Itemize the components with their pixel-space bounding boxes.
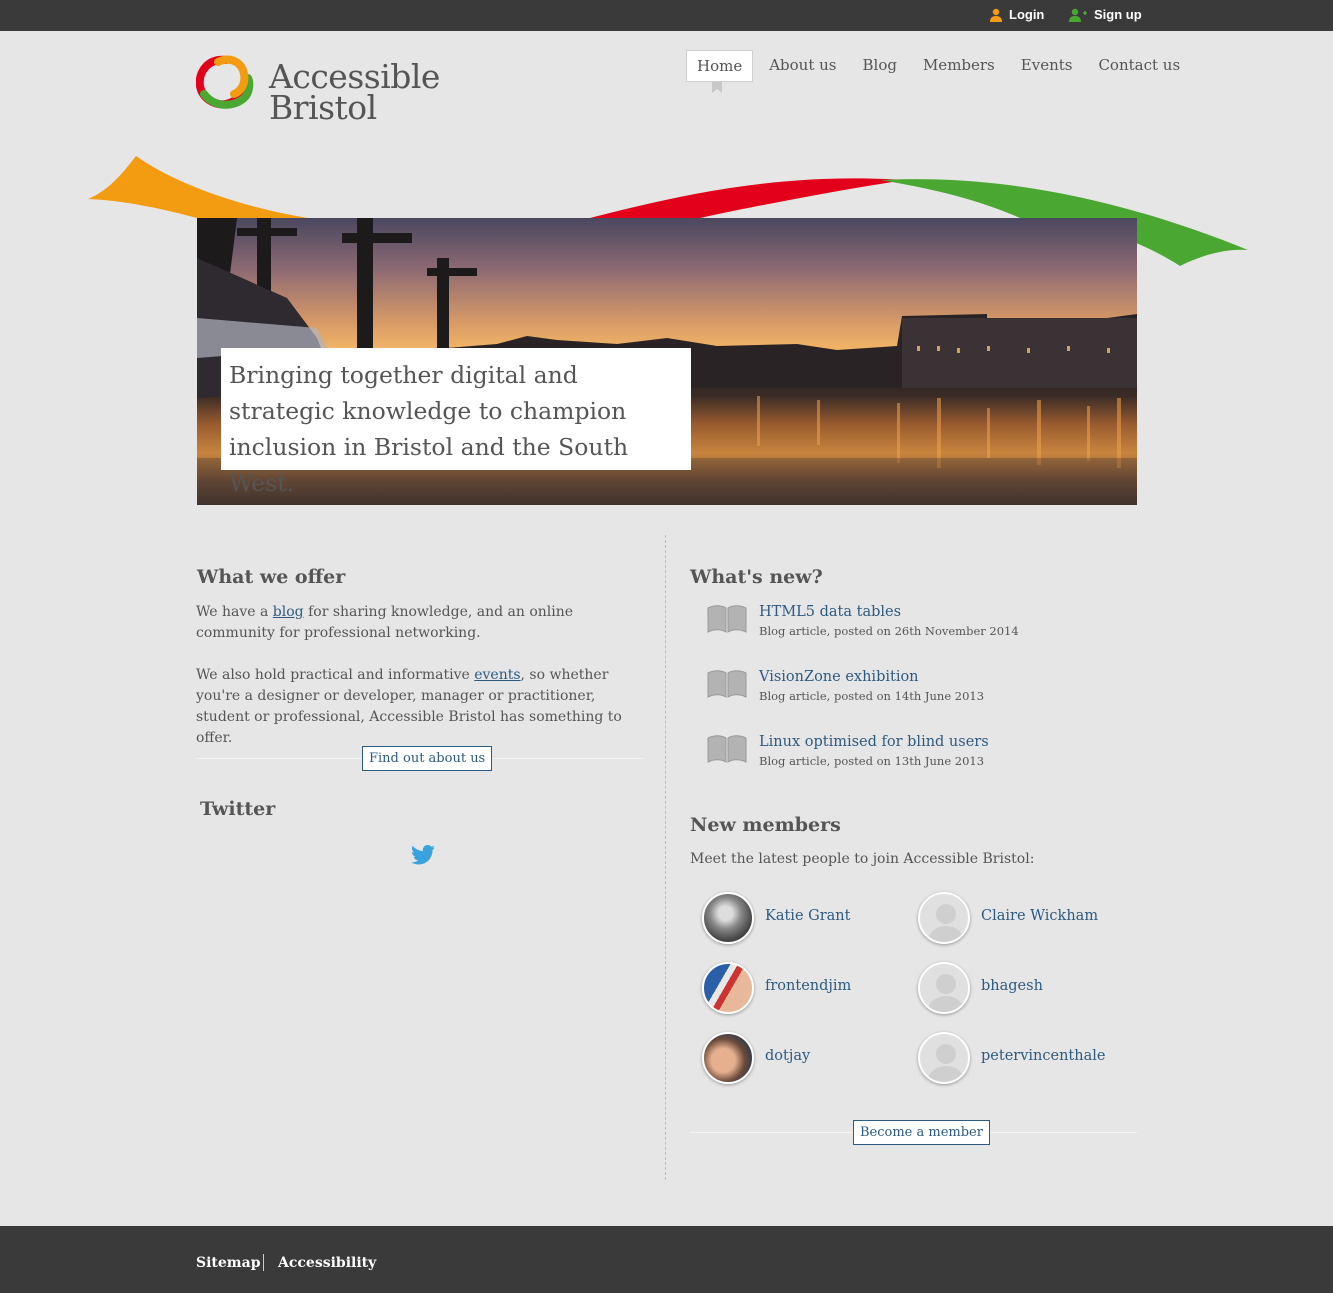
offer-paragraph-1: We have a blog for sharing knowledge, an… [196,602,646,644]
member-name-link[interactable]: Katie Grant [765,908,850,924]
nav-home[interactable]: Home [686,50,754,93]
default-avatar-icon [918,892,970,944]
accessibility-link[interactable]: Accessibility [278,1255,376,1271]
nav-members[interactable]: Members [910,50,1008,82]
events-link[interactable]: events [474,667,520,683]
member-item[interactable]: petervincenthale [918,1032,1128,1086]
whats-new-heading: What's new? [690,566,823,588]
twitter-bird-icon[interactable] [411,845,435,865]
site-footer: Sitemap Accessibility [0,1226,1333,1293]
top-account-bar: Login Sign up [0,0,1333,31]
become-member-button[interactable]: Become a member [853,1120,990,1145]
new-members-heading: New members [690,814,841,836]
new-members-intro: Meet the latest people to join Accessibl… [690,851,1035,867]
member-name-link[interactable]: bhagesh [981,978,1043,994]
news-title-link[interactable]: Linux optimised for blind users [759,734,989,750]
add-user-icon [1069,8,1087,22]
offer-p1-text: We have a [196,604,273,620]
news-meta: Blog article, posted on 13th June 2013 [759,754,985,768]
member-item[interactable]: bhagesh [918,962,1128,1016]
default-avatar-icon [918,962,970,1014]
member-item[interactable]: Katie Grant [702,892,912,946]
offer-p2-text: We also hold practical and informative [196,667,475,683]
user-icon [990,8,1002,22]
hero-banner: Bringing together digital and strategic … [197,218,1137,505]
login-label: Login [1009,7,1045,22]
logo-line2: Bristol [269,88,377,127]
sitemap-link[interactable]: Sitemap [196,1255,260,1271]
nav-blog[interactable]: Blog [850,50,910,82]
default-avatar-icon [918,1032,970,1084]
login-link[interactable]: Login [989,7,1044,22]
find-out-about-us-button[interactable]: Find out about us [362,746,493,771]
avatar [702,962,754,1014]
news-item: VisionZone exhibition Blog article, post… [706,669,1136,709]
footer-separator [263,1254,264,1271]
member-item[interactable]: frontendjim [702,962,912,1016]
member-item[interactable]: Claire Wickham [918,892,1128,946]
book-icon [707,735,747,763]
logo-mark-icon [196,55,254,109]
main-nav: Home About us Blog Members Events Contac… [686,50,1193,93]
nav-about[interactable]: About us [756,50,849,82]
column-divider [665,535,666,1180]
news-title-link[interactable]: HTML5 data tables [759,604,901,620]
book-icon [707,605,747,633]
news-meta: Blog article, posted on 26th November 20… [759,624,1019,638]
active-marker-icon [712,82,722,93]
blog-link[interactable]: blog [273,604,304,620]
hero-caption: Bringing together digital and strategic … [221,348,691,497]
nav-events[interactable]: Events [1008,50,1086,82]
nav-home-label: Home [697,57,743,75]
member-item[interactable]: dotjay [702,1032,912,1086]
member-name-link[interactable]: dotjay [765,1048,810,1064]
avatar [702,1032,754,1084]
nav-contact[interactable]: Contact us [1085,50,1193,82]
site-logo[interactable]: Accessible Bristol [196,54,456,126]
member-name-link[interactable]: Claire Wickham [981,908,1098,924]
news-meta: Blog article, posted on 14th June 2013 [759,689,985,703]
avatar [702,892,754,944]
offer-heading: What we offer [197,566,346,588]
signup-label: Sign up [1094,7,1142,22]
offer-paragraph-2: We also hold practical and informative e… [196,665,646,749]
news-item: Linux optimised for blind users Blog art… [706,734,1136,774]
book-icon [707,670,747,698]
member-name-link[interactable]: petervincenthale [981,1048,1105,1064]
news-item: HTML5 data tables Blog article, posted o… [706,604,1136,644]
news-title-link[interactable]: VisionZone exhibition [759,669,919,685]
member-name-link[interactable]: frontendjim [765,978,851,994]
twitter-heading: Twitter [200,798,276,820]
signup-link[interactable]: Sign up [1068,7,1142,22]
